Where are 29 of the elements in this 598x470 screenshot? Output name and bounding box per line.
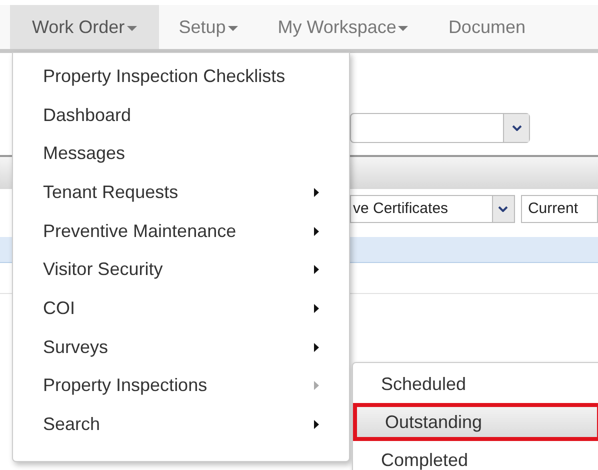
submenu-item[interactable]: Completed (353, 441, 598, 470)
menu-item[interactable]: Messages (13, 134, 349, 174)
submenu-item[interactable]: Outstanding (353, 403, 598, 441)
select-value: Current (528, 198, 578, 219)
select-field[interactable] (350, 113, 530, 143)
menu-item[interactable]: Preventive Maintenance (13, 212, 349, 250)
submenu-item[interactable]: Scheduled (353, 365, 598, 403)
caret-icon (398, 26, 408, 32)
menu-item[interactable]: Tenant Requests (13, 173, 349, 212)
menu-item[interactable]: Visitor Security (13, 250, 349, 290)
chevron-icon (512, 125, 522, 131)
select-field[interactable]: ve Certificates (350, 195, 515, 223)
caret-icon (126, 26, 137, 32)
dropdown-button[interactable] (492, 196, 514, 222)
chevron-icon (498, 206, 508, 212)
menu-item[interactable]: Dashboard (13, 96, 349, 134)
menu-item[interactable]: Surveys (13, 328, 349, 366)
nav-tab[interactable]: Work Order (10, 5, 159, 49)
dropdown-button[interactable] (503, 114, 529, 142)
menu-item[interactable]: Search (13, 405, 349, 444)
caret-icon (228, 26, 238, 32)
menu-item[interactable]: Property Inspections (13, 366, 349, 406)
menu-item[interactable]: COI (13, 289, 349, 328)
nav-tab[interactable]: My Workspace (258, 5, 428, 49)
select-field[interactable]: Current (520, 195, 598, 223)
menu-item[interactable]: Property Inspection Checklists (13, 57, 349, 96)
nav-tab[interactable]: Setup (158, 5, 258, 49)
nav-tab[interactable]: Documen (428, 5, 546, 49)
select-value: ve Certificates (352, 198, 450, 219)
